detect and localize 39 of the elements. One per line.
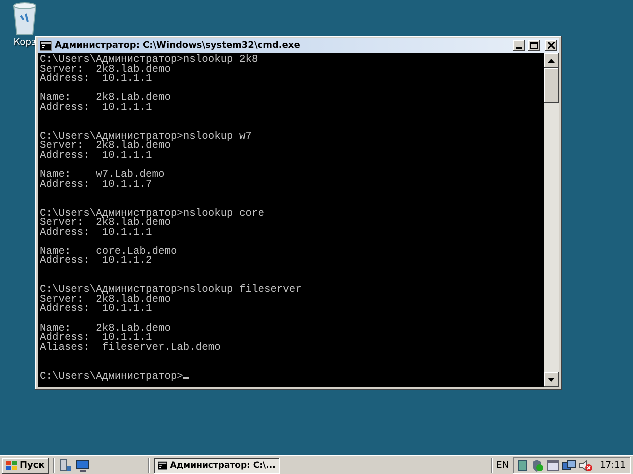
icon-label: Корз — [14, 38, 36, 48]
start-button[interactable]: Пуск — [2, 458, 49, 474]
scroll-down-button[interactable] — [544, 372, 559, 387]
window-title: Администратор: C:\Windows\system32\cmd.exe — [55, 40, 302, 50]
scrollbar[interactable] — [544, 53, 559, 387]
console-line: C:\Users\Администратор>nslookup core — [40, 208, 264, 220]
taskbar-button[interactable]: Администратор: C:\... — [154, 458, 280, 474]
console-line: C:\Users\Администратор>nslookup 2k8 — [40, 54, 258, 66]
console-line: Address: 10.1.1.1 — [40, 226, 152, 239]
recycle-bin-icon[interactable] — [12, 2, 38, 36]
up-arrow-icon — [548, 58, 555, 62]
clock: 17:11 — [600, 460, 626, 470]
console-line: Address: 10.1.1.1 — [40, 303, 152, 316]
shield-icon[interactable] — [532, 460, 544, 472]
command-prompt: C:\Users\Администратор> — [40, 370, 184, 383]
minimize-button[interactable] — [513, 40, 525, 51]
language-indicator[interactable]: EN — [496, 460, 510, 470]
scroll-thumb[interactable] — [544, 68, 559, 103]
window-icon[interactable] — [547, 460, 560, 471]
maximize-icon — [530, 42, 538, 49]
close-icon — [548, 42, 554, 49]
monitor-icon[interactable] — [76, 460, 90, 472]
console-line: Address: 10.1.1.1 — [40, 102, 152, 114]
console-line: C:\Users\Администратор>nslookup w7 — [40, 130, 252, 143]
windows-logo-icon — [6, 460, 18, 471]
down-arrow-icon — [548, 378, 555, 382]
scroll-up-button[interactable] — [544, 53, 559, 68]
maximize-button[interactable] — [528, 40, 540, 51]
console-line: Address: 10.1.1.1 — [40, 73, 152, 86]
muted-speaker-icon[interactable] — [579, 460, 594, 472]
display-icon[interactable] — [562, 460, 576, 472]
text-cursor — [183, 376, 190, 379]
console-line: Address: 10.1.1.2 — [40, 255, 152, 268]
console-line: Aliases: fileserver.Lab.demo — [40, 342, 221, 354]
close-button[interactable] — [545, 40, 557, 51]
console-line: Address: 10.1.1.1 — [40, 150, 152, 162]
console-icon — [40, 40, 52, 50]
console-icon — [158, 460, 168, 470]
console-line: Address: 10.1.1.7 — [40, 178, 152, 191]
